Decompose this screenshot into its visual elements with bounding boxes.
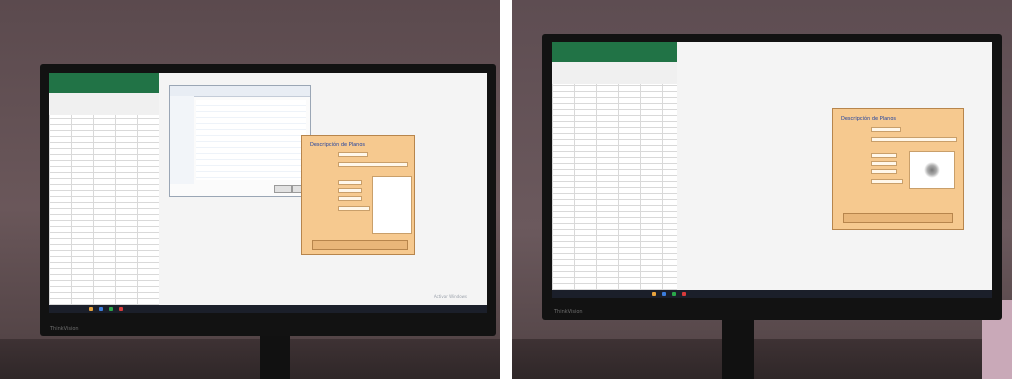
form-field bbox=[338, 206, 370, 211]
form-field bbox=[871, 153, 897, 158]
monitor-brand: ThinkVision bbox=[50, 326, 79, 332]
photo-right: Descripción de Planos ThinkVision bbox=[512, 0, 1012, 379]
form-field bbox=[871, 179, 903, 184]
taskbar-icon bbox=[89, 307, 93, 311]
form-title: Descripción de Planos bbox=[841, 116, 896, 122]
plan-image-frame bbox=[372, 176, 412, 234]
windows-watermark: Activar Windows bbox=[433, 294, 467, 299]
dialog-sidebar bbox=[170, 96, 194, 184]
excel-ribbon bbox=[49, 73, 159, 93]
desk-area bbox=[0, 339, 500, 379]
form-field bbox=[871, 137, 957, 142]
taskbar-icon bbox=[99, 307, 103, 311]
screen-right: Descripción de Planos bbox=[552, 42, 992, 298]
form-navigation-bar bbox=[843, 213, 953, 223]
monitor-brand: ThinkVision bbox=[554, 309, 583, 315]
taskbar-icon bbox=[672, 292, 676, 296]
form-field bbox=[871, 161, 897, 166]
taskbar-icon bbox=[109, 307, 113, 311]
form-navigation-bar bbox=[312, 240, 408, 250]
photo-left: Descripción de Planos Activar Windows Th… bbox=[0, 0, 500, 379]
file-dialog bbox=[169, 85, 311, 197]
dialog-file-list bbox=[196, 100, 306, 180]
plan-image-frame bbox=[909, 151, 955, 189]
excel-toolbar bbox=[552, 62, 677, 85]
excel-toolbar bbox=[49, 93, 159, 116]
spreadsheet-grid bbox=[552, 84, 677, 290]
taskbar bbox=[552, 290, 992, 298]
taskbar bbox=[49, 305, 487, 313]
spreadsheet-grid bbox=[49, 115, 159, 305]
image-gap bbox=[500, 0, 512, 379]
desk-area bbox=[512, 339, 1012, 379]
monitor-stand bbox=[260, 336, 290, 379]
access-form: Descripción de Planos bbox=[832, 108, 964, 230]
form-field bbox=[871, 127, 901, 132]
monitor-right: Descripción de Planos ThinkVision bbox=[542, 34, 1002, 320]
access-form: Descripción de Planos bbox=[301, 135, 415, 255]
taskbar-icon bbox=[119, 307, 123, 311]
form-field bbox=[871, 169, 897, 174]
monitor-stand bbox=[722, 320, 754, 379]
plan-thumbnail bbox=[924, 162, 940, 178]
form-field bbox=[338, 188, 362, 193]
form-field bbox=[338, 162, 408, 167]
taskbar-icon bbox=[652, 292, 656, 296]
form-field bbox=[338, 196, 362, 201]
form-field bbox=[338, 152, 368, 157]
excel-ribbon bbox=[552, 42, 677, 62]
screen-left: Descripción de Planos Activar Windows bbox=[49, 73, 487, 313]
form-title: Descripción de Planos bbox=[310, 142, 365, 148]
dialog-open-button bbox=[274, 185, 292, 193]
taskbar-icon bbox=[682, 292, 686, 296]
taskbar-icon bbox=[662, 292, 666, 296]
monitor-left: Descripción de Planos Activar Windows Th… bbox=[40, 64, 496, 336]
form-field bbox=[338, 180, 362, 185]
